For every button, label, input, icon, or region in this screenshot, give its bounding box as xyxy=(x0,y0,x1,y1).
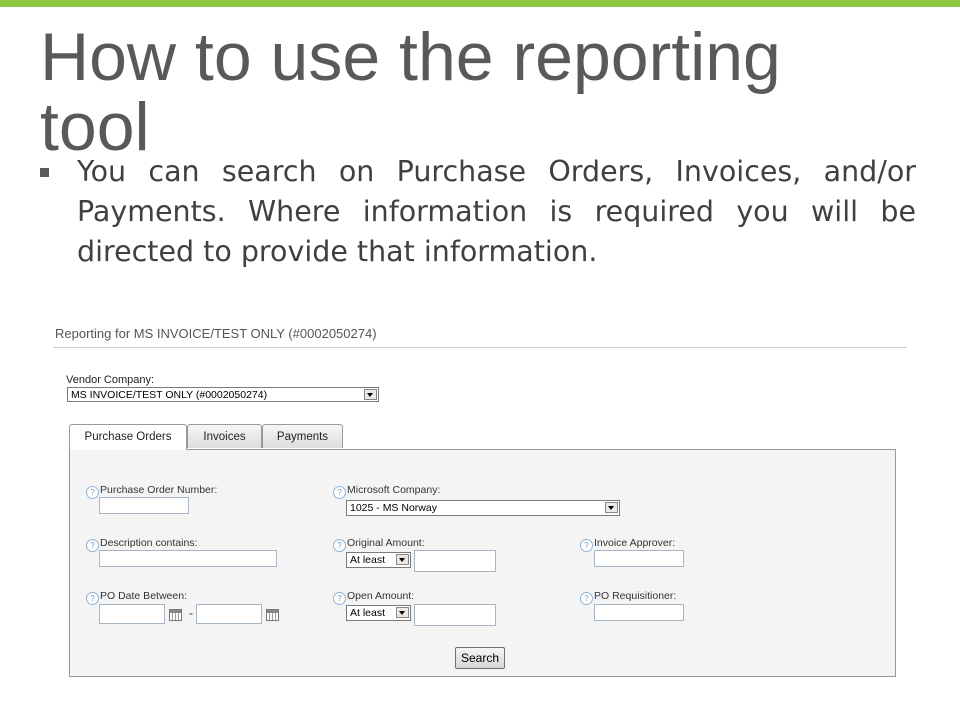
vendor-company-value: MS INVOICE/TEST ONLY (#0002050274) xyxy=(71,389,268,401)
ms-company-label-text: Microsoft Company: xyxy=(347,484,441,496)
po-requisitioner-label: ? PO Requisitioner: xyxy=(580,590,676,605)
po-date-label: ? PO Date Between: xyxy=(86,590,187,605)
search-button[interactable]: Search xyxy=(455,647,505,669)
dropdown-arrow-icon[interactable] xyxy=(605,502,618,513)
description-label-text: Description contains: xyxy=(100,537,198,549)
po-requisitioner-input[interactable] xyxy=(594,604,684,621)
bullet-point: You can search on Purchase Orders, Invoi… xyxy=(40,152,916,272)
calendar-icon[interactable] xyxy=(169,609,182,621)
vendor-company-select[interactable]: MS INVOICE/TEST ONLY (#0002050274) xyxy=(67,387,379,402)
reporting-title: Reporting for MS INVOICE/TEST ONLY (#000… xyxy=(55,326,377,341)
po-number-label-text: Purchase Order Number: xyxy=(100,484,218,496)
help-icon[interactable]: ? xyxy=(333,539,346,552)
dropdown-arrow-icon[interactable] xyxy=(364,389,377,400)
original-amount-operator-value: At least xyxy=(350,554,386,566)
help-icon[interactable]: ? xyxy=(86,539,99,552)
invoice-approver-label-text: Invoice Approver: xyxy=(594,537,676,549)
tab-invoices[interactable]: Invoices xyxy=(187,424,262,448)
tab-payments[interactable]: Payments xyxy=(262,424,343,448)
open-amount-label-text: Open Amount: xyxy=(347,590,415,602)
slide-title: How to use the reporting tool xyxy=(40,19,781,165)
help-icon[interactable]: ? xyxy=(86,592,99,605)
po-date-label-text: PO Date Between: xyxy=(100,590,187,602)
calendar-icon[interactable] xyxy=(266,609,279,621)
po-requisitioner-label-text: PO Requisitioner: xyxy=(594,590,677,602)
help-icon[interactable]: ? xyxy=(333,592,346,605)
invoice-approver-input[interactable] xyxy=(594,550,684,567)
open-amount-operator-value: At least xyxy=(350,607,386,619)
title-divider xyxy=(53,347,907,348)
reporting-tool-screenshot: Reporting for MS INVOICE/TEST ONLY (#000… xyxy=(49,320,911,695)
open-amount-input[interactable] xyxy=(414,604,496,626)
ms-company-select[interactable]: 1025 - MS Norway xyxy=(346,500,620,516)
vendor-company-label: Vendor Company: xyxy=(66,374,155,386)
po-date-from-input[interactable] xyxy=(99,604,165,624)
bullet-text: You can search on Purchase Orders, Invoi… xyxy=(77,155,916,268)
top-accent-bar xyxy=(0,0,960,7)
dropdown-arrow-icon[interactable] xyxy=(396,607,409,618)
help-icon[interactable]: ? xyxy=(333,486,346,499)
ms-company-label: ? Microsoft Company: xyxy=(333,484,440,499)
ms-company-value: 1025 - MS Norway xyxy=(350,502,437,514)
tab-purchase-orders[interactable]: Purchase Orders xyxy=(69,424,187,450)
help-icon[interactable]: ? xyxy=(580,592,593,605)
original-amount-label: ? Original Amount: xyxy=(333,537,425,552)
open-amount-label: ? Open Amount: xyxy=(333,590,414,605)
bullet-marker xyxy=(40,168,49,177)
help-icon[interactable]: ? xyxy=(580,539,593,552)
po-number-input[interactable] xyxy=(99,497,189,514)
original-amount-operator-select[interactable]: At least xyxy=(346,552,411,568)
help-icon[interactable]: ? xyxy=(86,486,99,499)
open-amount-operator-select[interactable]: At least xyxy=(346,605,411,621)
original-amount-input[interactable] xyxy=(414,550,496,572)
po-date-to-input[interactable] xyxy=(196,604,262,624)
date-separator: - xyxy=(189,606,193,620)
description-input[interactable] xyxy=(99,550,277,567)
original-amount-label-text: Original Amount: xyxy=(347,537,425,549)
dropdown-arrow-icon[interactable] xyxy=(396,554,409,565)
